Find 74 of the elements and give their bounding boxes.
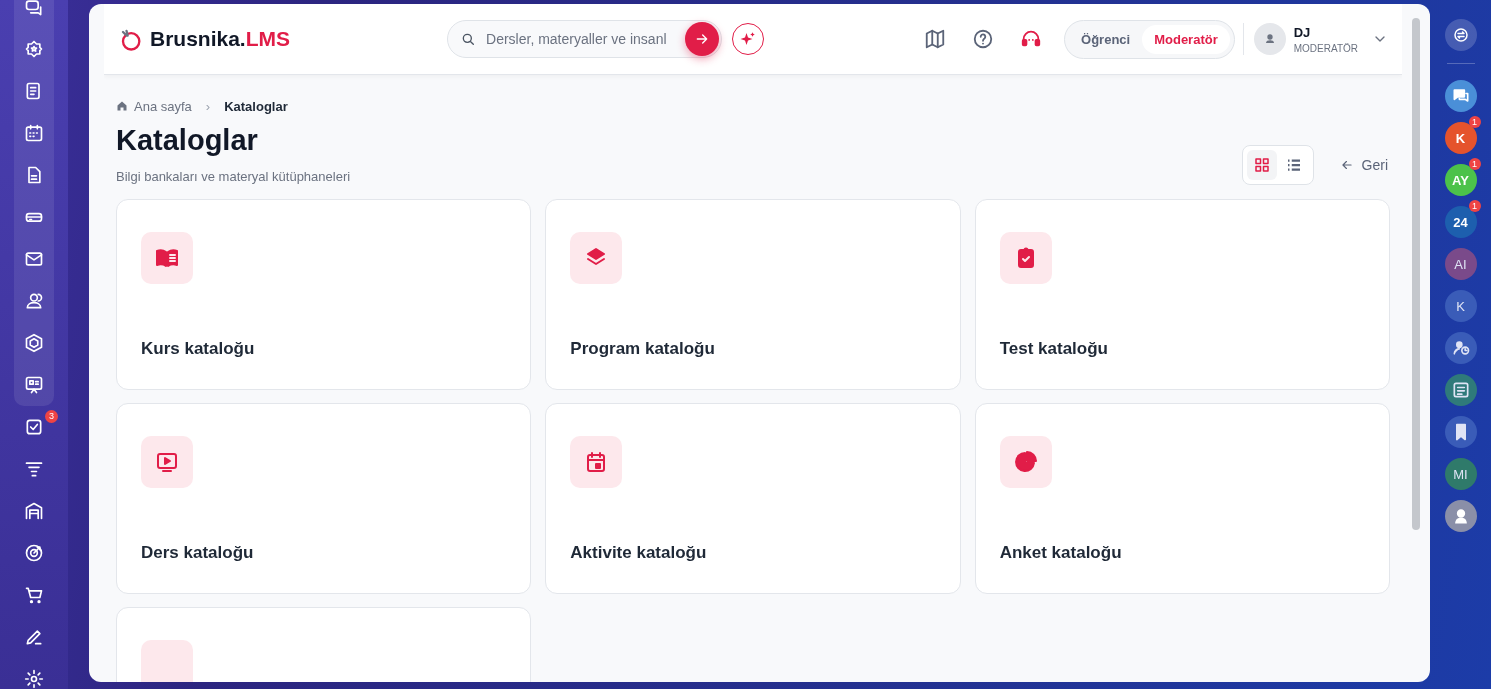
contact-avatar[interactable] xyxy=(1444,80,1477,112)
pen-icon xyxy=(24,627,44,647)
star-badge-icon xyxy=(24,39,44,59)
breadcrumb-link[interactable]: Ana sayfa xyxy=(116,98,192,114)
sparkle-icon xyxy=(739,30,758,48)
contact-initials: K xyxy=(1456,298,1465,314)
contact-initials: 24 xyxy=(1453,214,1468,230)
back-button[interactable]: Geri xyxy=(1337,157,1390,173)
notification-badge: 3 xyxy=(45,410,58,423)
contact-initials: MI xyxy=(1453,466,1468,482)
catalog-card[interactable]: Ders kataloğu xyxy=(116,403,532,594)
video-screen-icon xyxy=(155,450,179,474)
page-title: Kataloglar xyxy=(116,124,259,157)
map-icon xyxy=(924,28,947,50)
card-title: Kurs kataloğu xyxy=(141,339,255,359)
search-icon xyxy=(460,31,477,47)
swap-chat-button[interactable] xyxy=(1444,19,1477,51)
mail-icon xyxy=(24,249,44,269)
chat-swap-icon xyxy=(1451,26,1470,44)
user-name: DJ xyxy=(1293,24,1312,40)
card-title: Test kataloğu xyxy=(999,339,1108,359)
card-title: Ders kataloğu xyxy=(141,543,254,563)
scrollbar-thumb[interactable] xyxy=(1412,18,1420,530)
search-submit-button[interactable] xyxy=(685,22,720,56)
home-icon xyxy=(116,100,128,112)
notification-badge: 1 xyxy=(1468,200,1481,212)
catalog-card[interactable]: Test kataloğu xyxy=(974,199,1390,390)
contact-avatar[interactable]: AI xyxy=(1444,248,1477,280)
contact-avatar[interactable] xyxy=(1444,500,1477,532)
users-icon xyxy=(24,291,44,311)
contact-initials: K xyxy=(1455,130,1466,146)
card-title: Program kataloğu xyxy=(570,339,715,359)
search-bar[interactable]: Dersler, materyaller ve insanl xyxy=(447,20,723,58)
role-tab[interactable]: Moderatör xyxy=(1142,24,1230,54)
catalog-card[interactable]: Program kataloğu xyxy=(545,199,961,390)
presentation-icon xyxy=(24,375,44,395)
avatar[interactable] xyxy=(1253,23,1286,55)
catalog-card[interactable]: Anket kataloğu xyxy=(974,403,1390,594)
contact-avatar[interactable]: K xyxy=(1444,290,1477,322)
icon-tile xyxy=(141,640,193,682)
filter-icon xyxy=(24,459,44,479)
user-role: MODERATÖR xyxy=(1293,42,1358,54)
view-toggle[interactable] xyxy=(1246,150,1277,180)
notification-badge: 1 xyxy=(1468,116,1481,128)
page-subtitle: Bilgi bankaları ve materyal kütüphaneleri xyxy=(116,169,351,184)
book-icon xyxy=(155,246,179,270)
search-field[interactable]: Dersler, materyaller ve insanl xyxy=(476,30,686,48)
catalog-card[interactable]: Kurs kataloğu xyxy=(116,199,532,390)
contact-avatar[interactable] xyxy=(1444,416,1477,448)
card-title: Aktivite kataloğu xyxy=(570,543,707,563)
catalog-card[interactable]: Aktivite kataloğu xyxy=(545,403,961,594)
hexagon-icon xyxy=(24,333,44,353)
card-title: Anket kataloğu xyxy=(999,543,1122,563)
cart-icon xyxy=(24,585,44,605)
contact-initials: AI xyxy=(1454,256,1467,272)
role-tab[interactable]: Öğrenci xyxy=(1069,24,1143,54)
notification-badge: 1 xyxy=(1468,158,1481,170)
breadcrumb-separator: › xyxy=(205,98,211,114)
contact-avatar[interactable] xyxy=(1444,332,1477,364)
breadcrumb-current: Kataloglar xyxy=(224,98,288,114)
arrow-left-icon xyxy=(1339,158,1354,172)
sparkle-button[interactable] xyxy=(732,23,765,55)
logo-text: Brusnika.LMS xyxy=(150,27,291,51)
warehouse-icon xyxy=(24,501,44,521)
help-icon xyxy=(972,28,995,50)
contact-avatar[interactable]: MI xyxy=(1444,458,1477,490)
contact-avatar[interactable] xyxy=(1444,374,1477,406)
calendar-icon xyxy=(24,123,44,143)
contact-initials: AY xyxy=(1452,172,1469,188)
checkbox-icon xyxy=(24,417,44,437)
settings-icon xyxy=(24,669,44,689)
chat-icon xyxy=(24,0,44,17)
grid-icon xyxy=(1252,156,1271,174)
target-icon xyxy=(24,543,44,563)
